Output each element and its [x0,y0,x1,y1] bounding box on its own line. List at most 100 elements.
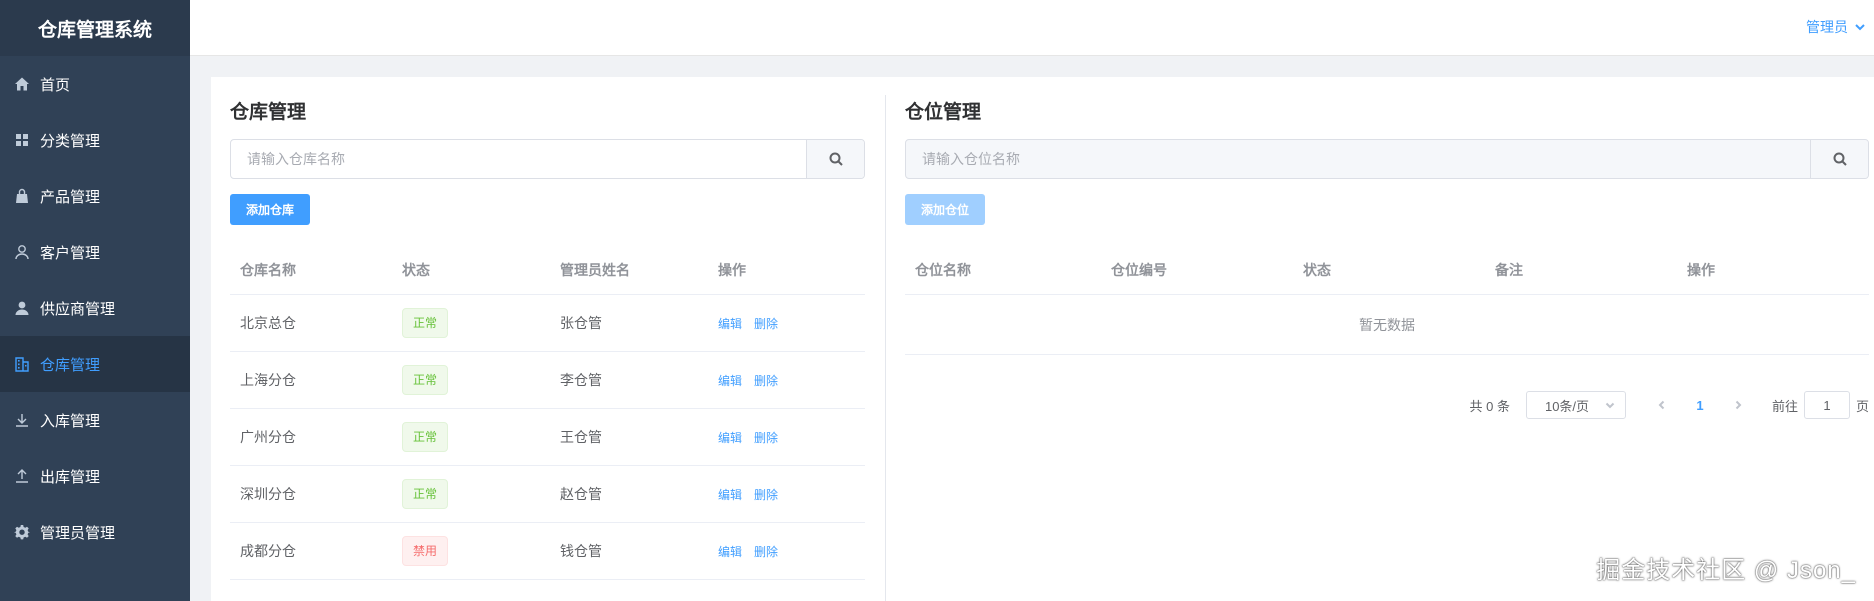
prev-page-button[interactable] [1644,400,1680,410]
sidebar-item-label: 分类管理 [40,132,101,150]
warehouse-name: 北京总仓 [240,315,296,331]
user-dropdown[interactable]: 管理员 [1806,17,1866,37]
pagination: 共 0 条 10条/页 1 前往 页 [1469,391,1869,419]
status-badge: 正常 [402,365,449,395]
goto-label: 前往 [1771,398,1798,414]
bag-icon [14,188,30,204]
home-icon [14,76,30,92]
delete-link[interactable]: 删除 [754,431,778,445]
warehouse-search [230,139,865,179]
manager-name: 王仓管 [560,429,602,445]
sidebar: 仓库管理系统 首页 分类管理 产品管理 客户管理 供应商管理 仓库管理 入库管理… [0,0,190,601]
table-row: 深圳分仓 正常 赵仓管 编辑 删除 [230,466,865,523]
grid-icon [14,132,30,148]
sidebar-item-supplier[interactable]: 供应商管理 [0,280,190,336]
status-badge: 正常 [402,479,449,509]
watermark: 掘金技术社区 @ Json_ [1596,557,1856,584]
chevron-left-icon [1658,400,1665,410]
delete-link[interactable]: 删除 [754,488,778,502]
column-header: 管理员姓名 [560,262,630,278]
sidebar-item-home[interactable]: 首页 [0,56,190,112]
edit-link[interactable]: 编辑 [718,545,742,559]
warehouse-name: 上海分仓 [240,372,296,388]
sidebar-item-label: 首页 [40,76,71,94]
table-header: 仓库名称 状态 管理员姓名 操作 [230,246,865,295]
column-header: 状态 [402,262,430,278]
goto-page-input[interactable] [1803,391,1850,419]
location-search-button[interactable] [1810,140,1868,178]
warehouse-name: 深圳分仓 [240,486,296,502]
sidebar-item-label: 客户管理 [40,244,101,262]
download-icon [14,412,30,428]
sidebar-item-inbound[interactable]: 入库管理 [0,392,190,448]
chevron-down-icon [1855,24,1865,31]
warehouse-search-button[interactable] [806,140,864,178]
sidebar-item-label: 出库管理 [40,468,101,486]
user-outline-icon [14,244,30,260]
edit-link[interactable]: 编辑 [718,374,742,388]
app-title: 仓库管理系统 [0,0,190,56]
manager-name: 赵仓管 [560,486,602,502]
main-content: 仓库管理 添加仓库 仓库名称 状态 管理员姓名 操作 北京总仓 正常 张 [211,77,1874,601]
manager-name: 张仓管 [560,315,602,331]
page-size-select[interactable]: 10条/页 [1525,391,1626,419]
status-badge: 禁用 [402,536,449,566]
chevron-right-icon [1735,400,1742,410]
edit-link[interactable]: 编辑 [718,317,742,331]
table-row: 广州分仓 正常 王仓管 编辑 删除 [230,409,865,466]
delete-link[interactable]: 删除 [754,317,778,331]
delete-link[interactable]: 删除 [754,374,778,388]
edit-link[interactable]: 编辑 [718,488,742,502]
chevron-down-icon [1605,402,1615,409]
add-location-button[interactable]: 添加仓位 [905,194,985,225]
column-header: 备注 [1495,262,1523,278]
add-warehouse-button[interactable]: 添加仓库 [230,194,310,225]
column-header: 操作 [1687,262,1715,278]
user-filled-icon [14,300,30,316]
status-badge: 正常 [402,422,449,452]
warehouse-panel-title: 仓库管理 [230,102,307,123]
sidebar-item-customer[interactable]: 客户管理 [0,224,190,280]
warehouse-name: 成都分仓 [240,543,296,559]
sidebar-item-label: 仓库管理 [40,356,101,374]
top-header: 管理员 [190,0,1874,56]
sidebar-item-warehouse[interactable]: 仓库管理 [0,336,190,392]
sidebar-item-label: 供应商管理 [40,300,116,318]
warehouse-table: 仓库名称 状态 管理员姓名 操作 北京总仓 正常 张仓管 编辑 删除 上海分仓 正… [230,246,865,580]
location-table: 仓位名称 仓位编号 状态 备注 操作 暂无数据 [905,246,1869,355]
edit-link[interactable]: 编辑 [718,431,742,445]
pagination-total: 共 0 条 [1469,398,1510,414]
panel-divider [885,95,886,601]
table-row: 北京总仓 正常 张仓管 编辑 删除 [230,295,865,352]
column-header: 仓库名称 [240,262,296,278]
page-number[interactable]: 1 [1680,398,1720,413]
sidebar-item-admin[interactable]: 管理员管理 [0,504,190,560]
delete-link[interactable]: 删除 [754,545,778,559]
gear-icon [14,524,30,540]
column-header: 操作 [718,262,746,278]
column-header: 状态 [1303,262,1331,278]
manager-name: 钱仓管 [560,543,602,559]
table-row: 上海分仓 正常 李仓管 编辑 删除 [230,352,865,409]
search-icon [829,152,843,166]
status-badge: 正常 [402,308,449,338]
table-header: 仓位名称 仓位编号 状态 备注 操作 [905,246,1869,295]
column-header: 仓位编号 [1111,262,1167,278]
sidebar-item-category[interactable]: 分类管理 [0,112,190,168]
location-search-input[interactable] [906,140,1810,178]
warehouse-search-input[interactable] [231,140,806,178]
empty-state: 暂无数据 [905,295,1869,355]
page-suffix: 页 [1855,398,1869,414]
manager-name: 李仓管 [560,372,602,388]
sidebar-item-product[interactable]: 产品管理 [0,168,190,224]
location-panel-title: 仓位管理 [905,102,982,123]
sidebar-item-outbound[interactable]: 出库管理 [0,448,190,504]
sidebar-item-label: 管理员管理 [40,524,116,542]
warehouse-name: 广州分仓 [240,429,296,445]
location-search [905,139,1869,179]
sidebar-item-label: 产品管理 [40,188,101,206]
upload-icon [14,468,30,484]
next-page-button[interactable] [1720,400,1756,410]
search-icon [1833,152,1847,166]
user-name: 管理员 [1806,19,1848,35]
